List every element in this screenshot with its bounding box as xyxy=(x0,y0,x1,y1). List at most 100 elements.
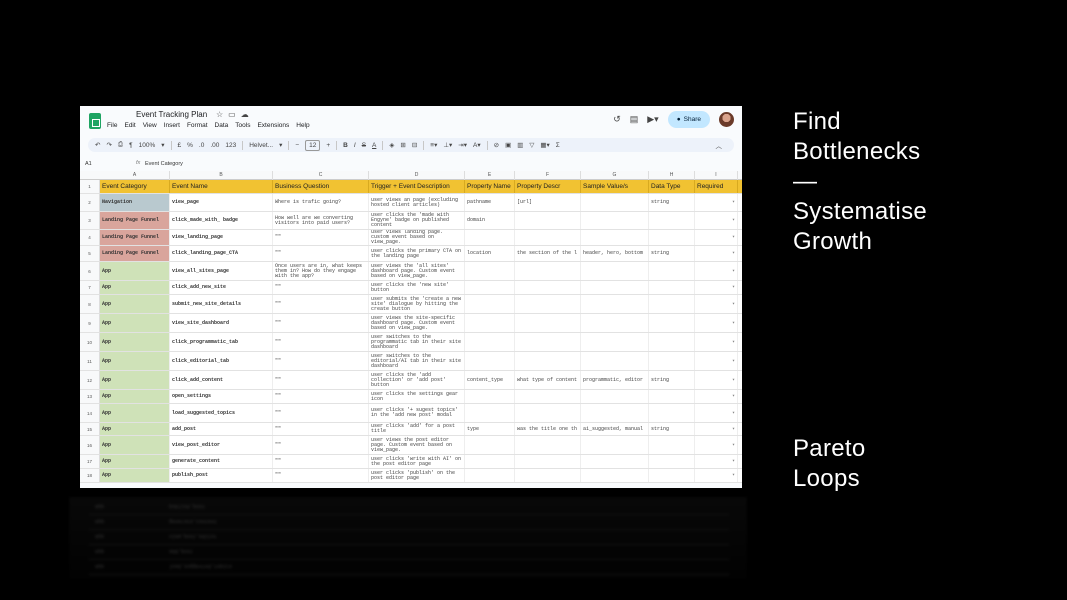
table-cell[interactable] xyxy=(649,436,695,454)
column-title-cell[interactable]: Event Name xyxy=(170,180,273,193)
table-cell[interactable]: view_site_dashboard xyxy=(170,314,273,332)
font-size-decrease-icon[interactable]: − xyxy=(295,142,299,149)
decrease-decimal-button[interactable]: .0 xyxy=(199,142,204,149)
row-number[interactable]: 1 xyxy=(80,180,100,193)
insert-chart-icon[interactable]: ▥ xyxy=(517,141,523,149)
table-cell[interactable] xyxy=(465,352,515,370)
table-cell[interactable]: "" xyxy=(273,295,369,313)
table-cell[interactable]: pathname xyxy=(465,194,515,211)
table-cell[interactable]: what type of content xyxy=(515,371,581,389)
table-cell[interactable]: click_landing_page_CTA xyxy=(170,246,273,261)
row-number[interactable]: 13 xyxy=(80,390,100,403)
horizontal-align-icon[interactable]: ≡▾ xyxy=(430,141,437,149)
sheets-logo-icon[interactable] xyxy=(89,113,101,129)
table-cell[interactable] xyxy=(515,314,581,332)
table-cell[interactable]: App xyxy=(100,423,170,435)
row-number[interactable]: 18 xyxy=(80,469,100,482)
column-header-g[interactable]: G xyxy=(581,171,649,180)
table-cell[interactable]: "" xyxy=(273,469,369,482)
share-button[interactable]: ● Share xyxy=(667,111,710,128)
table-cell[interactable]: user views landing page. custom event ba… xyxy=(369,230,465,245)
table-cell[interactable]: user views the post editor page. Custom … xyxy=(369,436,465,454)
column-title-cell[interactable]: Sample Value/s xyxy=(581,180,649,193)
table-cell[interactable]: Where is trafic going? xyxy=(273,194,369,211)
table-cell[interactable]: domain xyxy=(465,212,515,229)
table-cell[interactable]: "" xyxy=(273,281,369,294)
merge-cells-icon[interactable]: ⊟ xyxy=(412,141,417,149)
table-cell[interactable]: string xyxy=(649,246,695,261)
table-cell[interactable]: "" xyxy=(273,423,369,435)
table-cell[interactable] xyxy=(515,436,581,454)
table-cell[interactable]: App xyxy=(100,295,170,313)
font-size-increase-icon[interactable]: + xyxy=(326,142,330,149)
table-cell[interactable]: string xyxy=(649,371,695,389)
table-cell[interactable]: user views an page (excluding hosted cli… xyxy=(369,194,465,211)
table-cell[interactable]: "" xyxy=(273,333,369,351)
table-cell[interactable] xyxy=(581,281,649,294)
fill-color-icon[interactable]: ◈ xyxy=(389,141,394,149)
table-cell[interactable]: publish_post xyxy=(170,469,273,482)
table-cell[interactable]: "" xyxy=(273,230,369,245)
required-dropdown-cell[interactable]: ▾ xyxy=(695,314,738,332)
table-cell[interactable]: click_programmatic_tab xyxy=(170,333,273,351)
vertical-align-icon[interactable]: ⊥▾ xyxy=(443,141,452,149)
text-color-icon[interactable]: A xyxy=(372,142,376,149)
table-cell[interactable] xyxy=(581,230,649,245)
row-number[interactable]: 14 xyxy=(80,404,100,422)
table-cell[interactable]: user clicks the 'new site' button xyxy=(369,281,465,294)
row-number[interactable]: 5 xyxy=(80,246,100,261)
menu-insert[interactable]: Insert xyxy=(164,122,180,129)
column-header-e[interactable]: E xyxy=(465,171,515,180)
required-dropdown-cell[interactable]: ▾ xyxy=(695,390,738,403)
table-cell[interactable] xyxy=(515,212,581,229)
paint-format-icon[interactable]: ¶ xyxy=(129,142,133,149)
table-cell[interactable]: view_landing_page xyxy=(170,230,273,245)
required-dropdown-cell[interactable]: ▾ xyxy=(695,246,738,261)
font-select[interactable]: Helvet... xyxy=(249,142,273,149)
table-cell[interactable] xyxy=(581,212,649,229)
insert-comment-icon[interactable]: ▣ xyxy=(505,141,511,149)
table-cell[interactable] xyxy=(465,295,515,313)
table-cell[interactable]: "" xyxy=(273,371,369,389)
table-cell[interactable] xyxy=(581,295,649,313)
row-number[interactable]: 16 xyxy=(80,436,100,454)
required-dropdown-cell[interactable]: ▾ xyxy=(695,212,738,229)
required-dropdown-cell[interactable]: ▾ xyxy=(695,423,738,435)
formula-input[interactable]: Event Category xyxy=(145,161,183,167)
functions-icon[interactable]: Σ xyxy=(556,142,560,149)
table-cell[interactable]: Landing Page Funnel xyxy=(100,212,170,229)
table-cell[interactable] xyxy=(649,230,695,245)
row-number[interactable]: 10 xyxy=(80,333,100,351)
table-cell[interactable]: App xyxy=(100,333,170,351)
required-dropdown-cell[interactable]: ▾ xyxy=(695,436,738,454)
column-header-a[interactable]: A xyxy=(100,171,170,180)
column-title-cell[interactable]: Data Type xyxy=(649,180,695,193)
table-cell[interactable] xyxy=(649,352,695,370)
table-cell[interactable]: click_made_with_ badge xyxy=(170,212,273,229)
table-cell[interactable]: click_add_new_site xyxy=(170,281,273,294)
table-cell[interactable]: user clicks 'add' for a post title xyxy=(369,423,465,435)
column-header-d[interactable]: D xyxy=(369,171,465,180)
table-cell[interactable] xyxy=(465,469,515,482)
table-cell[interactable]: header, hero, bottom xyxy=(581,246,649,261)
menu-view[interactable]: View xyxy=(143,122,157,129)
table-cell[interactable] xyxy=(581,314,649,332)
table-cell[interactable] xyxy=(515,281,581,294)
row-number[interactable]: 15 xyxy=(80,423,100,435)
table-cell[interactable]: App xyxy=(100,390,170,403)
required-dropdown-cell[interactable]: ▾ xyxy=(695,281,738,294)
row-number[interactable]: 11 xyxy=(80,352,100,370)
font-size-input[interactable]: 12 xyxy=(305,139,321,151)
increase-decimal-button[interactable]: .00 xyxy=(210,142,219,149)
column-title-cell[interactable]: Event Category xyxy=(100,180,170,193)
table-cell[interactable] xyxy=(581,333,649,351)
table-cell[interactable]: string xyxy=(649,423,695,435)
table-cell[interactable]: user submits the 'create a new site' dia… xyxy=(369,295,465,313)
table-cell[interactable]: "" xyxy=(273,436,369,454)
print-icon[interactable]: ⎙ xyxy=(118,141,123,149)
table-cell[interactable]: submit_new_site_details xyxy=(170,295,273,313)
redo-icon[interactable]: ↷ xyxy=(106,141,111,149)
required-dropdown-cell[interactable]: ▾ xyxy=(695,455,738,468)
table-cell[interactable] xyxy=(515,333,581,351)
name-box[interactable]: A1 xyxy=(85,161,92,167)
